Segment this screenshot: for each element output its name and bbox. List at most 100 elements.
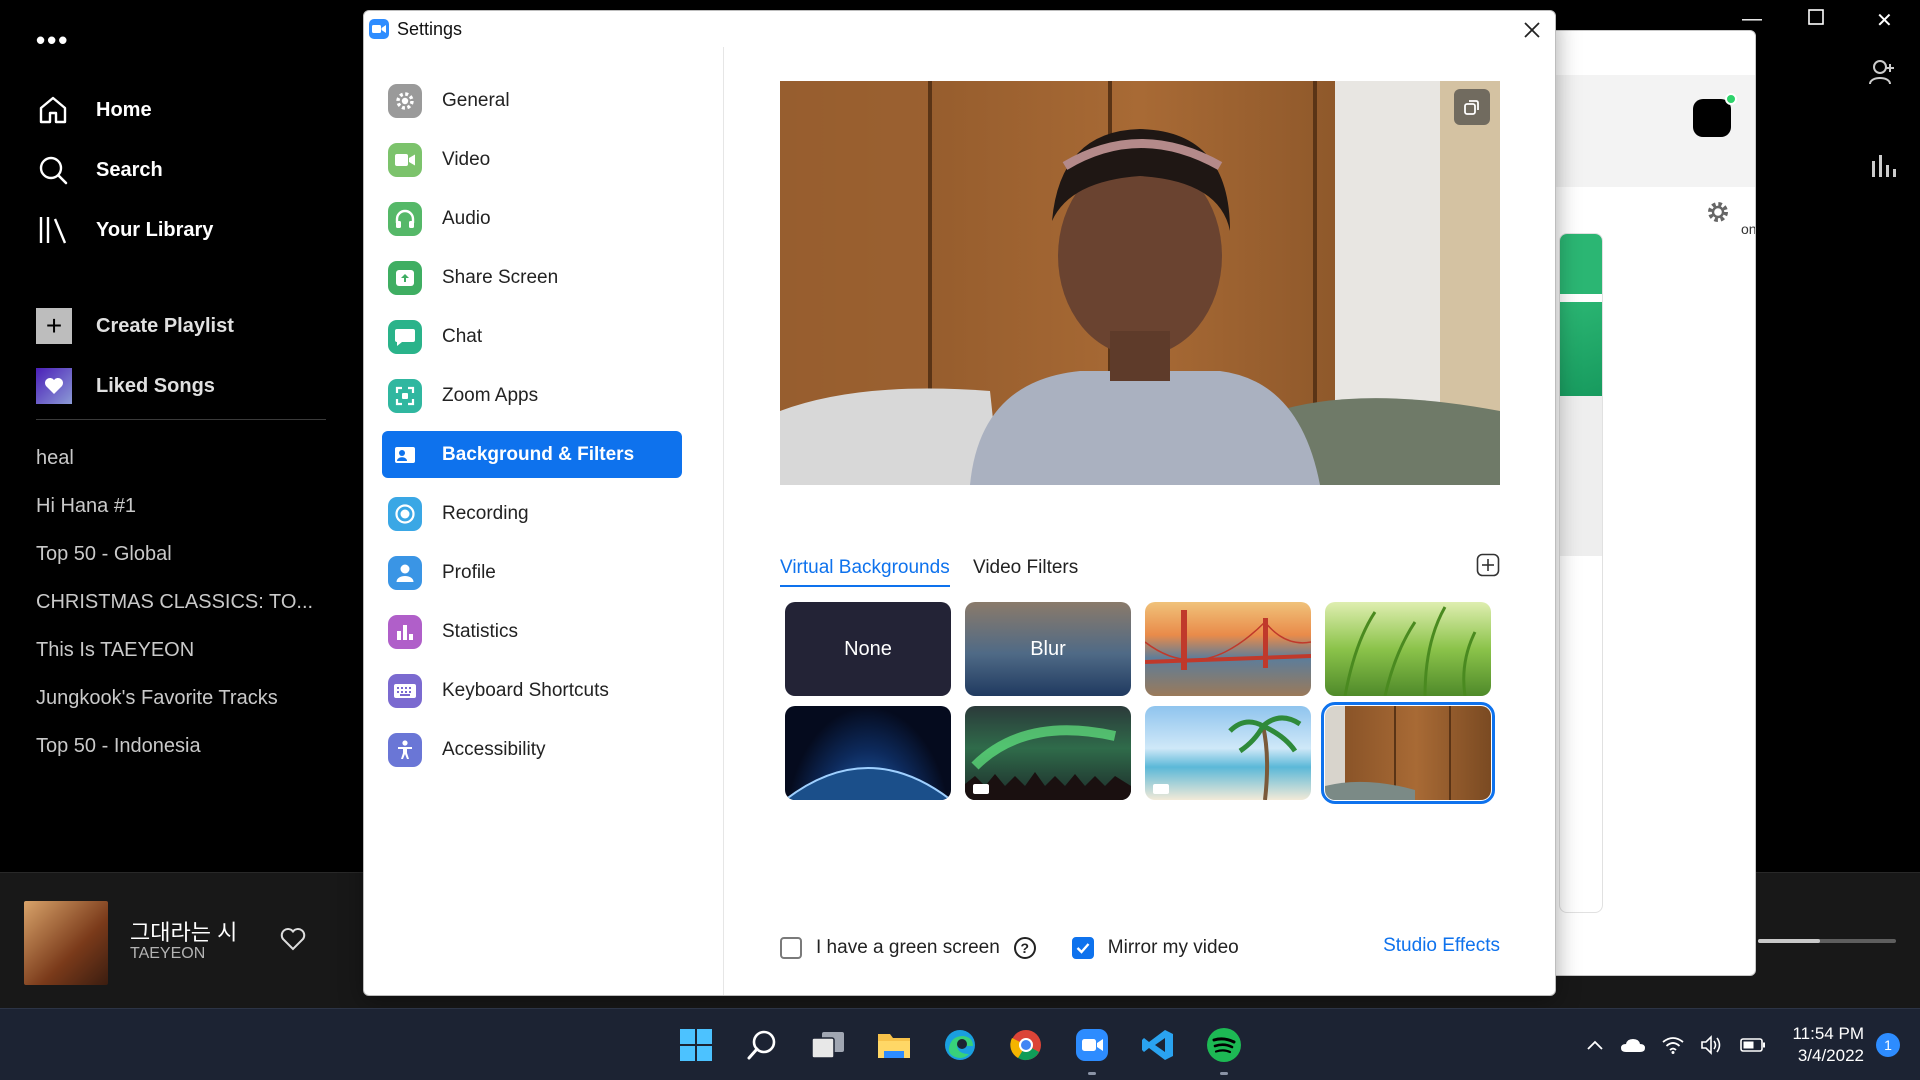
video-camera-icon <box>388 142 422 177</box>
mirror-video-checkbox[interactable] <box>1071 937 1094 959</box>
checkmark-icon <box>1076 943 1090 954</box>
battery-icon[interactable] <box>1740 1038 1766 1052</box>
spotify-menu-dots[interactable]: ••• <box>36 27 69 53</box>
task-view-icon[interactable] <box>806 1023 850 1067</box>
menu-item-label: Zoom Apps <box>442 384 539 406</box>
playlist-item[interactable]: Jungkook's Favorite Tracks <box>36 674 336 722</box>
track-artist[interactable]: TAEYEON <box>130 945 205 963</box>
menu-item-keyboard-shortcuts[interactable]: Keyboard Shortcuts <box>382 667 682 714</box>
edge-icon[interactable] <box>938 1023 982 1067</box>
album-art[interactable] <box>24 901 108 985</box>
playlist-item[interactable]: Top 50 - Indonesia <box>36 722 336 770</box>
background-tile-beach[interactable] <box>1145 706 1311 800</box>
playlist-item[interactable]: Hi Hana #1 <box>36 482 336 530</box>
zoom-card-footer <box>1560 396 1602 556</box>
menu-item-background-filters[interactable]: Background & Filters <box>382 431 682 478</box>
spotify-nav-home[interactable]: Home <box>36 80 336 140</box>
liked-songs-label: Liked Songs <box>96 374 215 397</box>
menu-item-general[interactable]: General <box>382 77 682 124</box>
gear-icon[interactable] <box>1705 199 1731 230</box>
earth-image <box>785 767 951 800</box>
pop-out-icon[interactable] <box>1454 89 1490 125</box>
menu-item-label: Audio <box>442 207 491 229</box>
windows-taskbar: 11:54 PM 3/4/2022 1 <box>0 1008 1920 1080</box>
equalizer-icon[interactable] <box>1868 153 1896 182</box>
background-tile-golden-gate[interactable] <box>1145 602 1311 696</box>
add-background-icon[interactable] <box>1476 553 1500 577</box>
background-tabs: Virtual Backgrounds Video Filters <box>780 553 1500 587</box>
friend-activity-icon[interactable] <box>1868 58 1896 91</box>
spotify-nav-label: Home <box>96 98 152 121</box>
volume-icon[interactable] <box>1700 1035 1724 1055</box>
close-icon[interactable]: ✕ <box>1876 8 1893 33</box>
green-screen-checkbox[interactable] <box>780 937 802 959</box>
background-tile-earth[interactable] <box>785 706 951 800</box>
plus-icon: + <box>36 308 72 344</box>
menu-item-recording[interactable]: Recording <box>382 490 682 537</box>
mirror-video-label[interactable]: Mirror my video <box>1108 937 1239 959</box>
camera-feed-image <box>780 81 1500 485</box>
file-explorer-icon[interactable] <box>872 1023 916 1067</box>
menu-item-video[interactable]: Video <box>382 136 682 183</box>
menu-item-label: Video <box>442 148 491 170</box>
menu-item-share-screen[interactable]: Share Screen <box>382 254 682 301</box>
background-tile-aurora[interactable] <box>965 706 1131 800</box>
create-playlist-button[interactable]: + Create Playlist <box>36 296 336 356</box>
like-heart-icon[interactable] <box>280 927 306 956</box>
background-tile-grass[interactable] <box>1325 602 1491 696</box>
windows-start-icon[interactable] <box>674 1023 718 1067</box>
track-title[interactable]: 그대라는 시 <box>130 915 237 947</box>
cloud-icon[interactable] <box>1620 1037 1646 1053</box>
tab-video-filters[interactable]: Video Filters <box>973 553 1078 587</box>
help-icon[interactable]: ? <box>1013 937 1036 959</box>
close-icon[interactable] <box>1519 17 1545 43</box>
menu-item-accessibility[interactable]: Accessibility <box>382 726 682 773</box>
playlist-item[interactable]: CHRISTMAS CLASSICS: TO... <box>36 578 336 626</box>
menu-item-label: Profile <box>442 561 496 583</box>
spotify-nav-search[interactable]: Search <box>36 140 336 200</box>
playlist-item[interactable]: heal <box>36 434 336 482</box>
search-icon[interactable] <box>740 1023 784 1067</box>
aurora-image <box>965 725 1131 800</box>
liked-songs-button[interactable]: Liked Songs <box>36 356 336 416</box>
clock[interactable]: 11:54 PM 3/4/2022 <box>1792 1023 1864 1067</box>
menu-item-audio[interactable]: Audio <box>382 195 682 242</box>
background-tile-none[interactable]: None <box>785 602 951 696</box>
notification-badge[interactable]: 1 <box>1876 1033 1900 1057</box>
studio-effects-link[interactable]: Studio Effects <box>1383 935 1500 957</box>
wifi-icon[interactable] <box>1662 1036 1685 1054</box>
profile-icon <box>388 555 422 590</box>
chrome-icon[interactable] <box>1004 1023 1048 1067</box>
settings-sidebar: General Video Audio Share Screen Chat Zo… <box>364 47 724 995</box>
gear-icon <box>388 83 422 118</box>
vscode-icon[interactable] <box>1136 1023 1180 1067</box>
background-tile-custom-room[interactable] <box>1321 702 1495 804</box>
grass-image <box>1343 606 1477 696</box>
menu-item-chat[interactable]: Chat <box>382 313 682 360</box>
window-title: Settings <box>397 18 463 39</box>
maximize-icon[interactable] <box>1808 8 1824 31</box>
tab-virtual-backgrounds[interactable]: Virtual Backgrounds <box>780 553 950 587</box>
menu-item-profile[interactable]: Profile <box>382 549 682 596</box>
chevron-up-icon[interactable] <box>1586 1039 1604 1051</box>
settings-window: Settings General Video Audio Share Scree… <box>363 10 1556 996</box>
green-screen-label[interactable]: I have a green screen <box>816 937 1000 959</box>
menu-item-statistics[interactable]: Statistics <box>382 608 682 655</box>
minimize-icon[interactable]: — <box>1742 8 1762 31</box>
spotify-nav-library[interactable]: Your Library <box>36 200 336 260</box>
clock-date: 3/4/2022 <box>1797 1046 1864 1065</box>
create-playlist-label: Create Playlist <box>96 314 234 337</box>
playlist-item[interactable]: Top 50 - Global <box>36 530 336 578</box>
menu-item-label: Background & Filters <box>442 443 635 465</box>
zoom-icon[interactable] <box>1070 1023 1114 1075</box>
heart-icon <box>36 368 72 404</box>
spotify-right-icons <box>1868 58 1896 182</box>
background-tile-blur[interactable]: Blur <box>965 602 1131 696</box>
settings-titlebar: Settings <box>364 11 1555 47</box>
volume-slider[interactable] <box>1758 939 1896 943</box>
portrait-icon <box>388 438 422 472</box>
playlist-item[interactable]: This Is TAEYEON <box>36 626 336 674</box>
spotify-icon[interactable] <box>1202 1023 1246 1075</box>
avatar[interactable] <box>1693 99 1731 137</box>
menu-item-zoom-apps[interactable]: Zoom Apps <box>382 372 682 419</box>
